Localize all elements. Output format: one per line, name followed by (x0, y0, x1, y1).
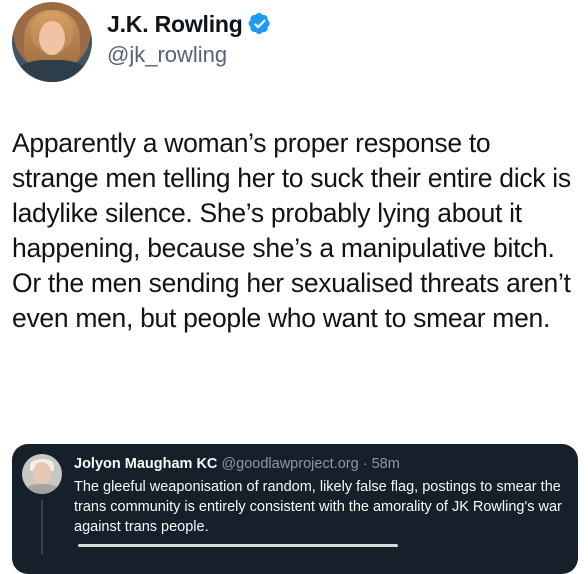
author-name[interactable]: J.K. Rowling (107, 11, 243, 38)
tweet-header: J.K. Rowling @jk_rowling (12, 2, 572, 82)
quoted-tweet-text: The gleeful weaponisation of random, lik… (74, 479, 562, 535)
progress-bar (78, 544, 398, 547)
meta-separator: · (362, 456, 368, 472)
quoted-author-handle[interactable]: @goodlawproject.org (221, 456, 358, 472)
author-name-row: J.K. Rowling (107, 8, 272, 40)
quoted-author-avatar[interactable] (22, 454, 62, 494)
author-handle[interactable]: @jk_rowling (107, 42, 227, 68)
quoted-tweet-header: Jolyon Maugham KC @goodlawproject.org · … (74, 456, 400, 472)
quoted-author-name[interactable]: Jolyon Maugham KC (74, 456, 217, 472)
verified-badge-icon (248, 12, 272, 36)
quoted-tweet-time[interactable]: 58m (372, 456, 400, 472)
author-avatar[interactable] (12, 2, 92, 82)
tweet-text: Apparently a woman’s proper response to … (12, 128, 571, 333)
thread-line (41, 500, 43, 554)
quoted-tweet-card[interactable]: Jolyon Maugham KC @goodlawproject.org · … (12, 444, 578, 574)
